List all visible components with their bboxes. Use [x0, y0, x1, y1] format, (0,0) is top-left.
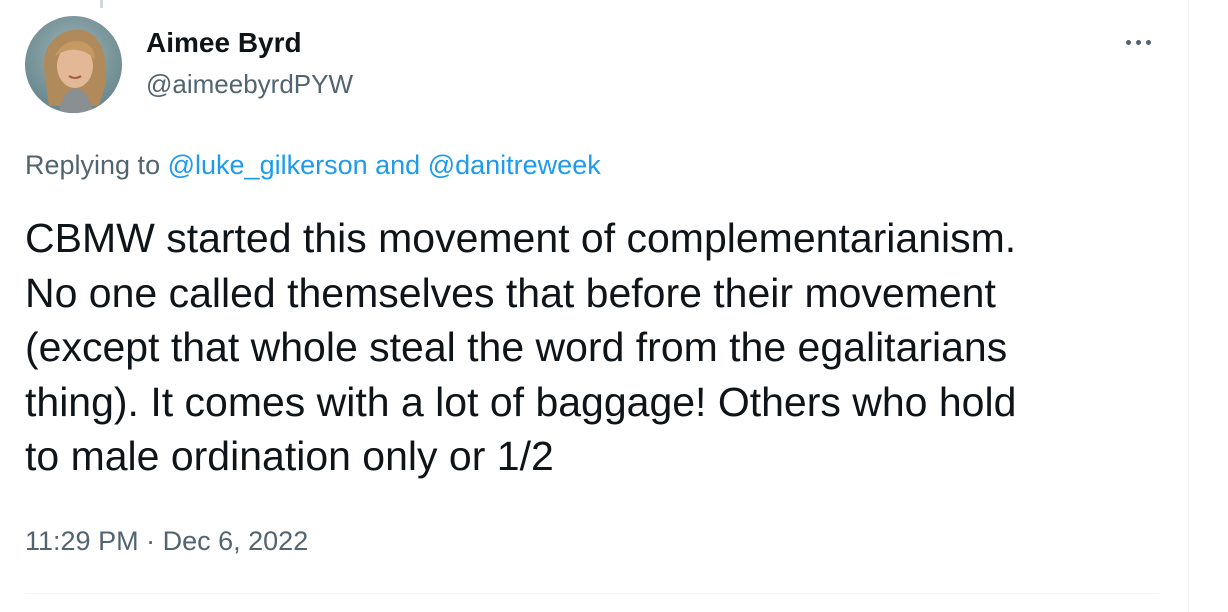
reply-conjunction: and: [375, 150, 421, 180]
thread-connector-line: [100, 0, 103, 8]
ellipsis-icon: [1125, 39, 1131, 45]
tweet-timestamp: 11:29 PM · Dec 6, 2022: [25, 525, 308, 557]
more-options-button[interactable]: [1118, 28, 1158, 56]
timestamp-time[interactable]: 11:29 PM: [25, 526, 139, 556]
mention-link-dani[interactable]: @danitreweek: [428, 150, 601, 180]
ellipsis-icon-dot: [1135, 39, 1141, 45]
author-display-name[interactable]: Aimee Byrd: [146, 27, 302, 59]
divider: [25, 593, 1159, 594]
timeline-border: [1188, 0, 1189, 612]
tweet-text: CBMW started this movement of complement…: [25, 215, 1017, 479]
ellipsis-icon-dot: [1145, 39, 1151, 45]
reply-prefix: Replying to: [25, 150, 161, 180]
timestamp-date[interactable]: Dec 6, 2022: [163, 526, 309, 556]
timestamp-separator: ·: [146, 526, 156, 556]
avatar[interactable]: [25, 16, 122, 113]
author-handle[interactable]: @aimeebyrdPYW: [146, 69, 353, 99]
profile-photo-icon: [25, 16, 122, 113]
reply-context: Replying to @luke_gilkerson and @danitre…: [25, 148, 601, 182]
mention-link-luke[interactable]: @luke_gilkerson: [168, 150, 368, 180]
